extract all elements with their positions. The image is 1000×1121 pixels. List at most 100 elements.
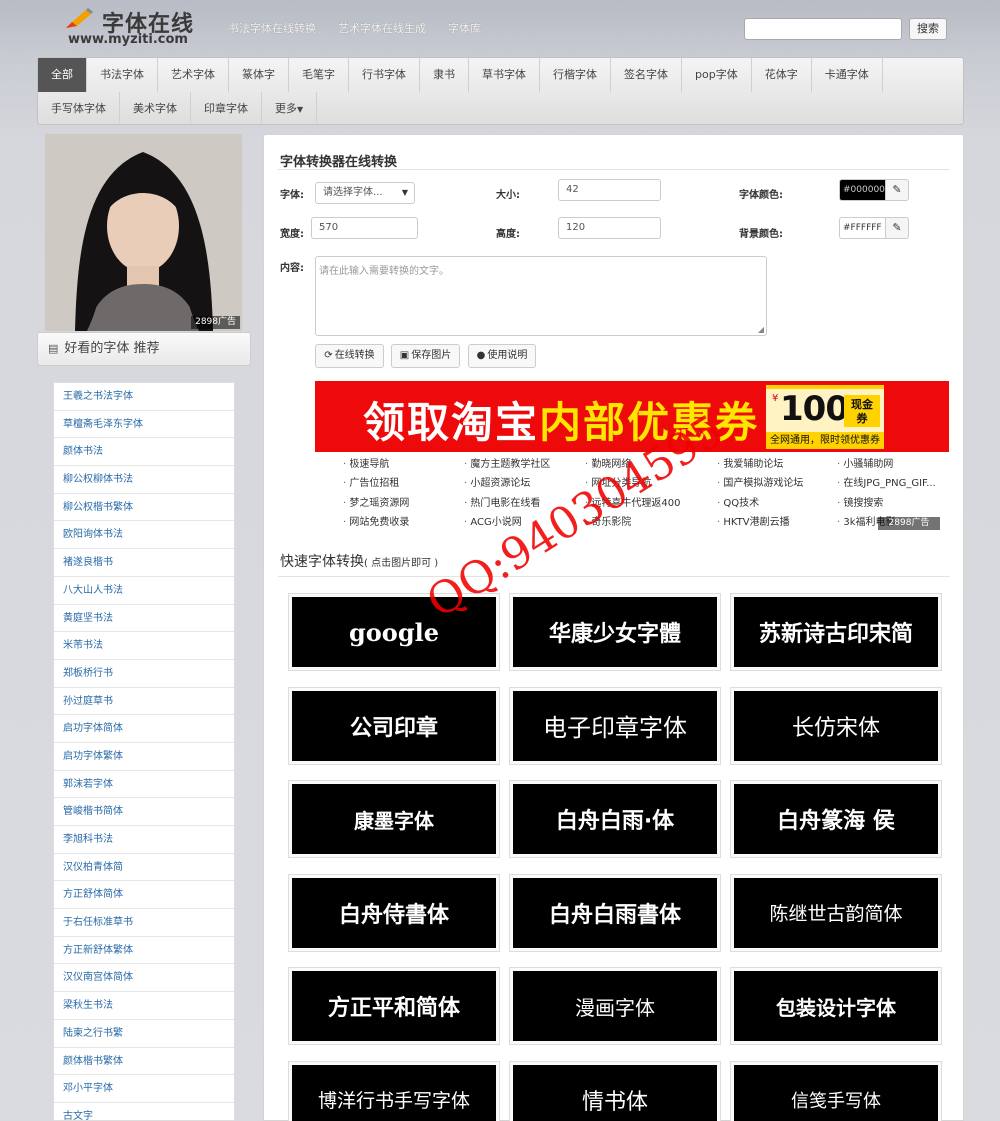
recommend-item[interactable]: 草檀斋毛泽东字体 [54,411,234,439]
font-sample-tile[interactable]: 包装设计字体 [730,967,942,1045]
ad-photo[interactable]: 2898广告 [45,134,242,331]
ad-link[interactable]: 网址分类导航 [585,474,717,493]
category-tab[interactable]: 草书字体 [469,58,540,92]
ad-link[interactable]: 广告位招租 [343,474,464,493]
category-tab[interactable]: 行书字体 [349,58,420,92]
category-tab[interactable]: 行楷字体 [540,58,611,92]
font-sample-tile[interactable]: 漫画字体 [509,967,721,1045]
font-sample-tile[interactable]: 情书体 [509,1060,721,1121]
ad-link[interactable]: 梦之瑶资源网 [343,494,464,513]
category-tab[interactable]: 全部 [38,58,87,92]
recommend-item[interactable]: 孙过庭草书 [54,688,234,716]
content-textarea[interactable]: 请在此输入需要转换的文字。 ◢ [315,256,767,336]
recommend-item[interactable]: 米芾书法 [54,632,234,660]
ad-link[interactable]: 奇乐影院 [585,513,717,532]
recommend-item[interactable]: 郭沫若字体 [54,771,234,799]
ad-link[interactable]: 镜搜搜索 [837,494,947,513]
ad-link[interactable]: 在线JPG_PNG_GIF... [837,474,947,493]
category-tab[interactable]: 更多▼ [262,92,318,126]
category-tab[interactable]: 艺术字体 [158,58,229,92]
recommend-item[interactable]: 柳公权楷书繁体 [54,494,234,522]
recommend-item[interactable]: 柳公权柳体书法 [54,466,234,494]
top-nav-font-library[interactable]: 字体库 [448,20,481,36]
font-sample-tile[interactable]: google [288,593,500,671]
recommend-item[interactable]: 古文字 [54,1103,234,1120]
font-color-value[interactable]: #000000 [839,179,886,201]
recommend-item[interactable]: 方正舒体简体 [54,881,234,910]
edit-icon[interactable]: ✎ [886,217,909,239]
font-sample-tile[interactable]: 白舟侍書体 [288,873,500,952]
category-tab[interactable]: 花体字 [752,58,812,92]
recommend-item[interactable]: 李旭科书法 [54,826,234,854]
recommend-item[interactable]: 八大山人书法 [54,577,234,605]
category-tab[interactable]: 美术字体 [120,92,191,126]
font-sample-tile[interactable]: 公司印章 [288,686,500,765]
category-tab[interactable]: 卡通字体 [812,58,883,92]
recommend-item[interactable]: 邓小平字体 [54,1075,234,1103]
recommend-item[interactable]: 褚遂良楷书 [54,549,234,577]
recommend-item[interactable]: 颜体书法 [54,438,234,467]
save-image-button[interactable]: ▣ 保存图片 [391,344,460,368]
ad-link[interactable]: 魔方主题教学社区 [464,455,585,474]
ad-link[interactable]: 小骚辅助网 [837,455,947,474]
ad-link[interactable]: 我爱辅助论坛 [717,455,837,474]
search-input[interactable] [744,18,902,40]
ad-link[interactable]: HKTV港剧云播 [717,513,837,532]
font-sample-tile[interactable]: 方正平和简体 [288,967,500,1045]
height-input[interactable]: 120 [558,217,661,239]
font-sample-tile[interactable]: 长仿宋体 [730,686,942,765]
top-nav-art-font[interactable]: 艺术字体在线生成 [338,20,426,36]
category-tab[interactable]: 书法字体 [87,58,158,92]
category-tab[interactable]: 签名字体 [611,58,682,92]
promo-banner[interactable]: 领取淘宝内部优惠券 ¥ 100 现金券 全网通用，限时领优惠券 [315,381,949,452]
top-nav-calligraphy[interactable]: 书法字体在线转换 [228,20,316,36]
recommend-item[interactable]: 方正新舒体繁体 [54,937,234,965]
ad-link[interactable]: 极速导航 [343,455,464,474]
category-tab[interactable]: 手写体字体 [38,92,120,126]
bg-color-value[interactable]: #FFFFFF [839,217,886,239]
recommend-item[interactable]: 陆柬之行书繁 [54,1020,234,1048]
recommend-item[interactable]: 王羲之书法字体 [54,383,234,411]
ad-link[interactable]: QQ技术 [717,494,837,513]
category-tab[interactable]: pop字体 [682,58,752,92]
category-tab[interactable]: 篆体字 [229,58,289,92]
resize-handle-icon[interactable]: ◢ [758,325,764,334]
recommend-item[interactable]: 梁秋生书法 [54,992,234,1020]
recommend-item[interactable]: 启功字体简体 [54,715,234,743]
ad-link[interactable]: ACG小说网 [464,513,585,532]
ad-link[interactable]: 热门电影在线看 [464,494,585,513]
site-logo[interactable]: 字体在线 www.myziti.com [62,6,212,48]
recommend-item[interactable]: 黄庭坚书法 [54,605,234,633]
font-sample-tile[interactable]: 康墨字体 [288,780,500,858]
search-button[interactable]: 搜索 [909,18,947,40]
edit-icon[interactable]: ✎ [886,179,909,201]
ad-link[interactable]: 勤晓网络 [585,455,717,474]
font-sample-tile[interactable]: 电子印章字体 [509,686,721,765]
ad-link[interactable]: 小超资源论坛 [464,474,585,493]
ad-link[interactable]: 远特喜牛代理返400 [585,494,717,513]
recommend-item[interactable]: 启功字体繁体 [54,743,234,771]
font-sample-tile[interactable]: 苏新诗古印宋简 [730,593,942,671]
font-sample-tile[interactable]: 华康少女字體 [509,593,721,671]
recommend-item[interactable]: 汉仪柏青体简 [54,854,234,882]
category-tab[interactable]: 印章字体 [191,92,262,126]
font-color-picker[interactable]: #000000 ✎ [839,179,909,201]
ad-link[interactable]: 网站免费收录 [343,513,464,532]
recommend-item[interactable]: 欧阳询体书法 [54,521,234,550]
recommend-item[interactable]: 郑板桥行书 [54,660,234,688]
font-sample-tile[interactable]: 博洋行书手写字体 [288,1060,500,1121]
recommend-item[interactable]: 汉仪南宫体简体 [54,964,234,993]
font-sample-tile[interactable]: 白舟篆海 侯 [730,780,942,858]
font-sample-tile[interactable]: 白舟白雨·体 [509,780,721,858]
font-sample-tile[interactable]: 信笺手写体 [730,1060,942,1121]
font-sample-tile[interactable]: 白舟白雨書体 [509,873,721,952]
font-sample-tile[interactable]: 陈继世古韵简体 [730,873,942,952]
recommend-item[interactable]: 管峻楷书简体 [54,798,234,826]
width-input[interactable]: 570 [311,217,418,239]
font-select[interactable]: 请选择字体... ▼ [315,182,415,204]
category-tab[interactable]: 毛笔字 [289,58,349,92]
convert-button[interactable]: ⟳ 在线转换 [315,344,384,368]
recommend-item[interactable]: 于右任标准草书 [54,909,234,937]
ad-link[interactable]: 国产模拟游戏论坛 [717,474,837,493]
size-input[interactable]: 42 [558,179,661,201]
